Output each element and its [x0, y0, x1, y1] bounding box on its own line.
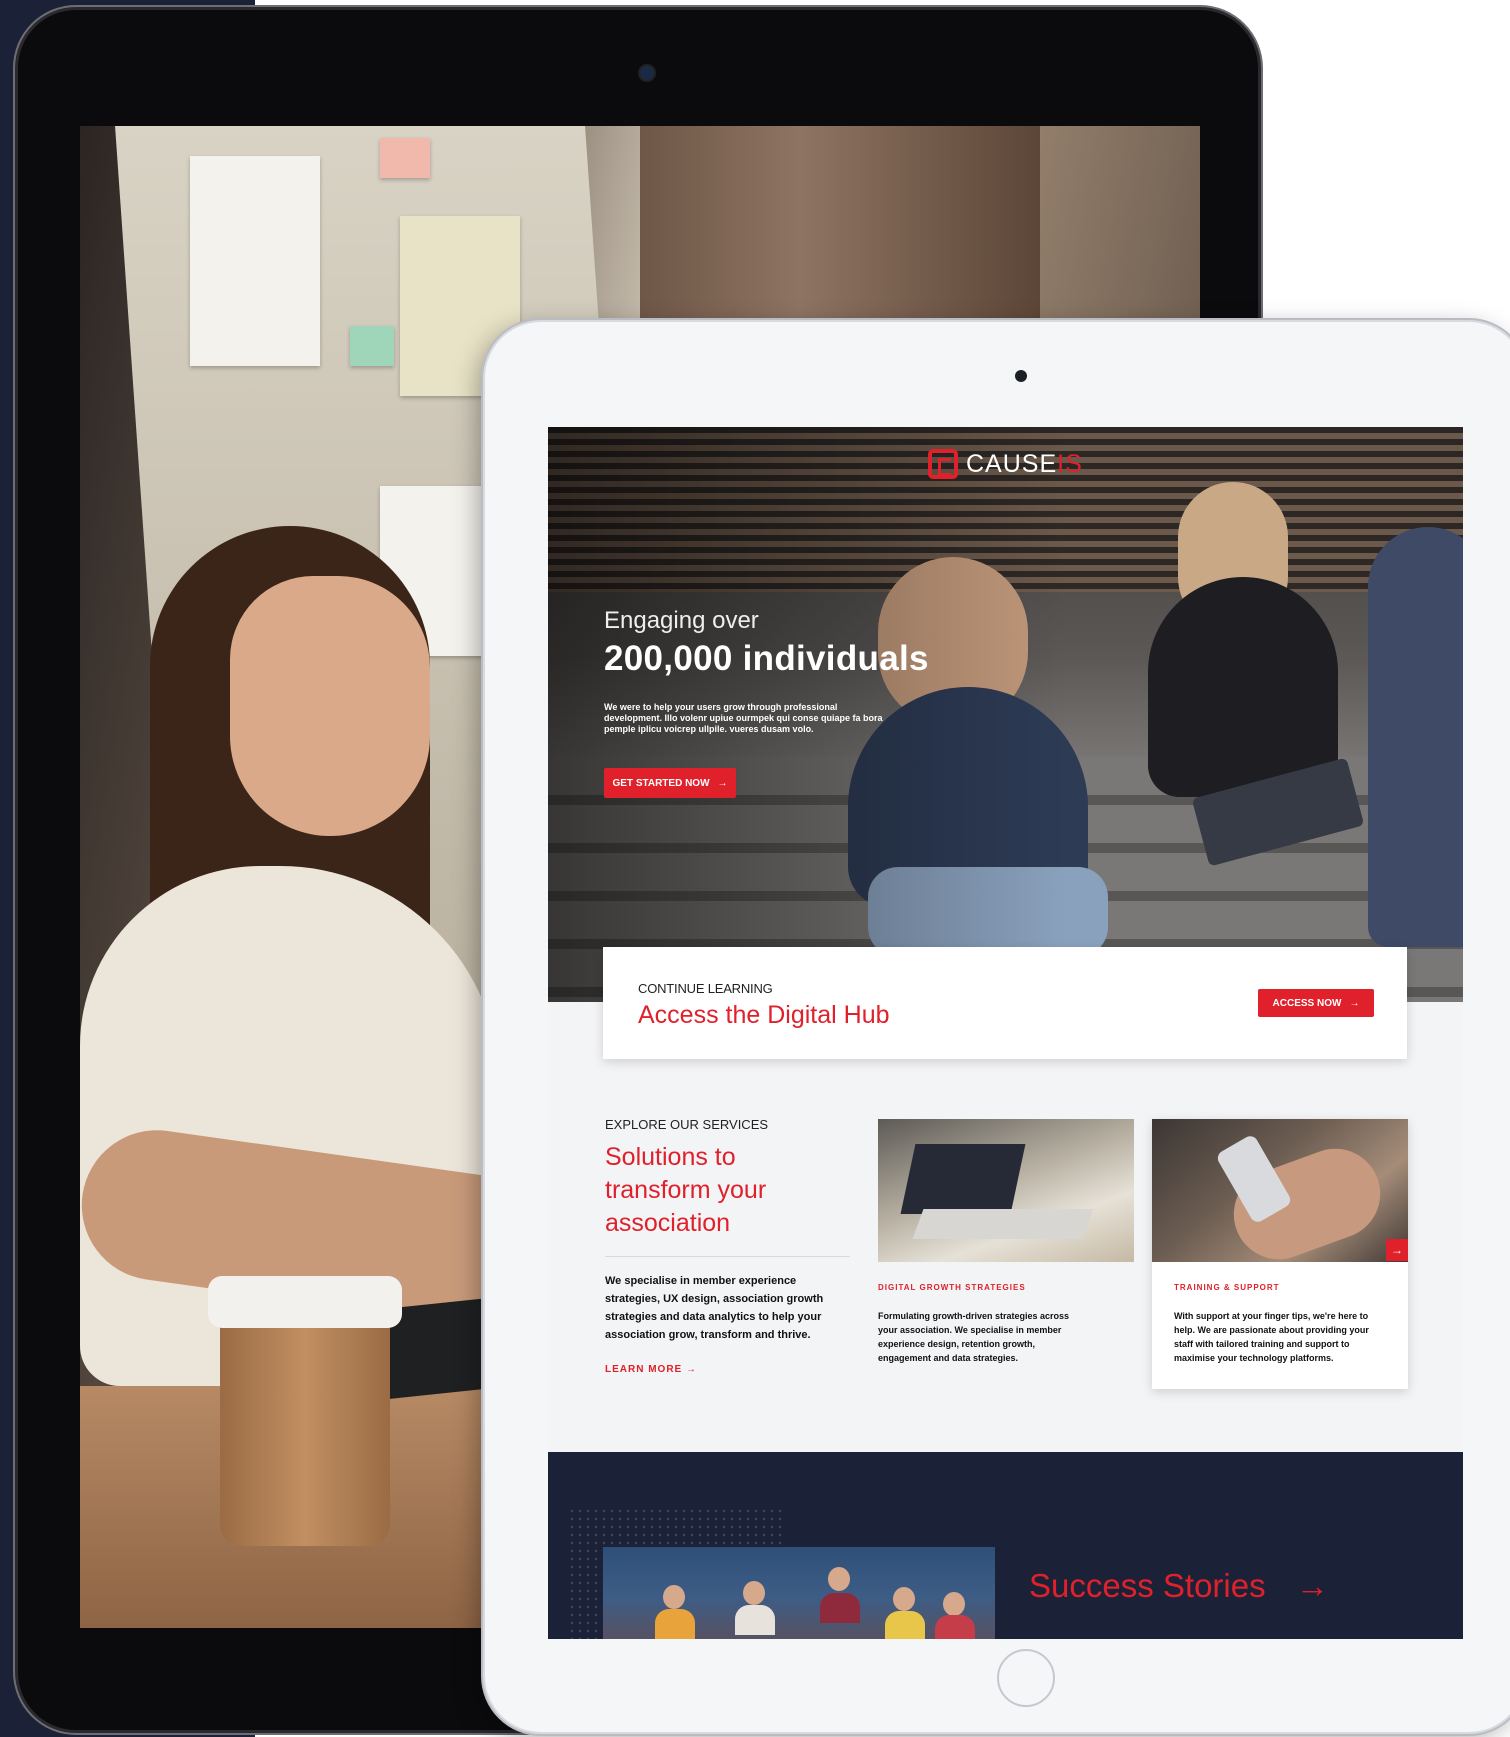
- card-text: Formulating growth-driven strategies acr…: [878, 1311, 1070, 1363]
- front-tablet-camera: [1015, 370, 1027, 382]
- front-tablet-device: CAUSE IS Engaging over 200,000 individua…: [485, 322, 1510, 1732]
- service-card-digital-growth[interactable]: DIGITAL GROWTH STRATEGIES Formulating gr…: [878, 1119, 1134, 1389]
- laptop-keyboard: [912, 1209, 1094, 1239]
- team-person-head: [743, 1581, 765, 1605]
- team-person-shirt: [885, 1611, 925, 1639]
- sticky-note: [380, 138, 430, 178]
- card-label: TRAINING & SUPPORT: [1174, 1283, 1280, 1292]
- phone-photo: →: [1152, 1119, 1408, 1262]
- success-stories-title[interactable]: Success Stories: [1029, 1567, 1266, 1605]
- get-started-label: GET STARTED NOW: [612, 777, 710, 789]
- coffee-cup-lid: [208, 1276, 402, 1328]
- get-started-button[interactable]: GET STARTED NOW →: [604, 768, 736, 798]
- team-person-head: [893, 1587, 915, 1611]
- service-card-training-support[interactable]: → TRAINING & SUPPORT With support at you…: [1152, 1119, 1408, 1389]
- laptop-photo: [878, 1119, 1134, 1262]
- services-divider: [605, 1256, 850, 1257]
- team-person-head: [663, 1585, 685, 1609]
- logo-mark-icon: [928, 449, 958, 479]
- sticky-note: [350, 326, 394, 366]
- arrow-right-icon: →: [717, 777, 728, 789]
- hero-person-top: [1148, 577, 1338, 797]
- hero-section: CAUSE IS Engaging over 200,000 individua…: [548, 427, 1463, 1002]
- arrow-right-icon[interactable]: →: [1386, 1239, 1408, 1261]
- coffee-cup: [220, 1306, 390, 1546]
- services-body-text: We specialise in member experience strat…: [605, 1275, 824, 1341]
- woman-face: [230, 576, 430, 836]
- access-now-label: ACCESS NOW: [1272, 997, 1342, 1009]
- team-person-head: [828, 1567, 850, 1591]
- back-tablet-camera: [638, 64, 656, 82]
- arrow-right-icon: →: [1349, 997, 1360, 1009]
- hero-body-text: We were to help your users grow through …: [604, 702, 883, 734]
- team-person-shirt: [655, 1609, 695, 1639]
- website-screen: CAUSE IS Engaging over 200,000 individua…: [548, 427, 1463, 1639]
- card-label: DIGITAL GROWTH STRATEGIES: [878, 1283, 1026, 1292]
- team-photo: [603, 1547, 995, 1639]
- services-title: Solutions to transform your association: [605, 1143, 767, 1237]
- services-eyebrow: EXPLORE OUR SERVICES: [605, 1117, 769, 1132]
- hero-subtitle: Engaging over: [604, 607, 759, 634]
- causeis-logo[interactable]: CAUSE IS: [928, 449, 1083, 479]
- logo-text: CAUSE: [966, 449, 1058, 478]
- laptop-screen: [900, 1144, 1026, 1214]
- team-person-shirt: [935, 1615, 975, 1639]
- card-text: With support at your finger tips, we're …: [1174, 1311, 1369, 1363]
- team-person-shirt: [820, 1593, 860, 1623]
- hero-title: 200,000 individuals: [604, 639, 929, 678]
- learn-more-link[interactable]: LEARN MORE →: [605, 1364, 697, 1375]
- home-button[interactable]: [997, 1649, 1055, 1707]
- digital-hub-card: CONTINUE LEARNING Access the Digital Hub…: [603, 947, 1407, 1059]
- access-now-button[interactable]: ACCESS NOW →: [1258, 989, 1374, 1017]
- success-stories-section: Success Stories →: [548, 1452, 1463, 1639]
- hub-eyebrow: CONTINUE LEARNING: [638, 981, 773, 996]
- team-person-head: [943, 1592, 965, 1616]
- hero-person-side: [1368, 527, 1463, 947]
- arrow-right-icon[interactable]: →: [1296, 1567, 1329, 1605]
- hub-title[interactable]: Access the Digital Hub: [638, 1001, 890, 1030]
- logo-text-accent: IS: [1057, 449, 1083, 478]
- pinned-paper: [190, 156, 320, 366]
- team-person-shirt: [735, 1605, 775, 1635]
